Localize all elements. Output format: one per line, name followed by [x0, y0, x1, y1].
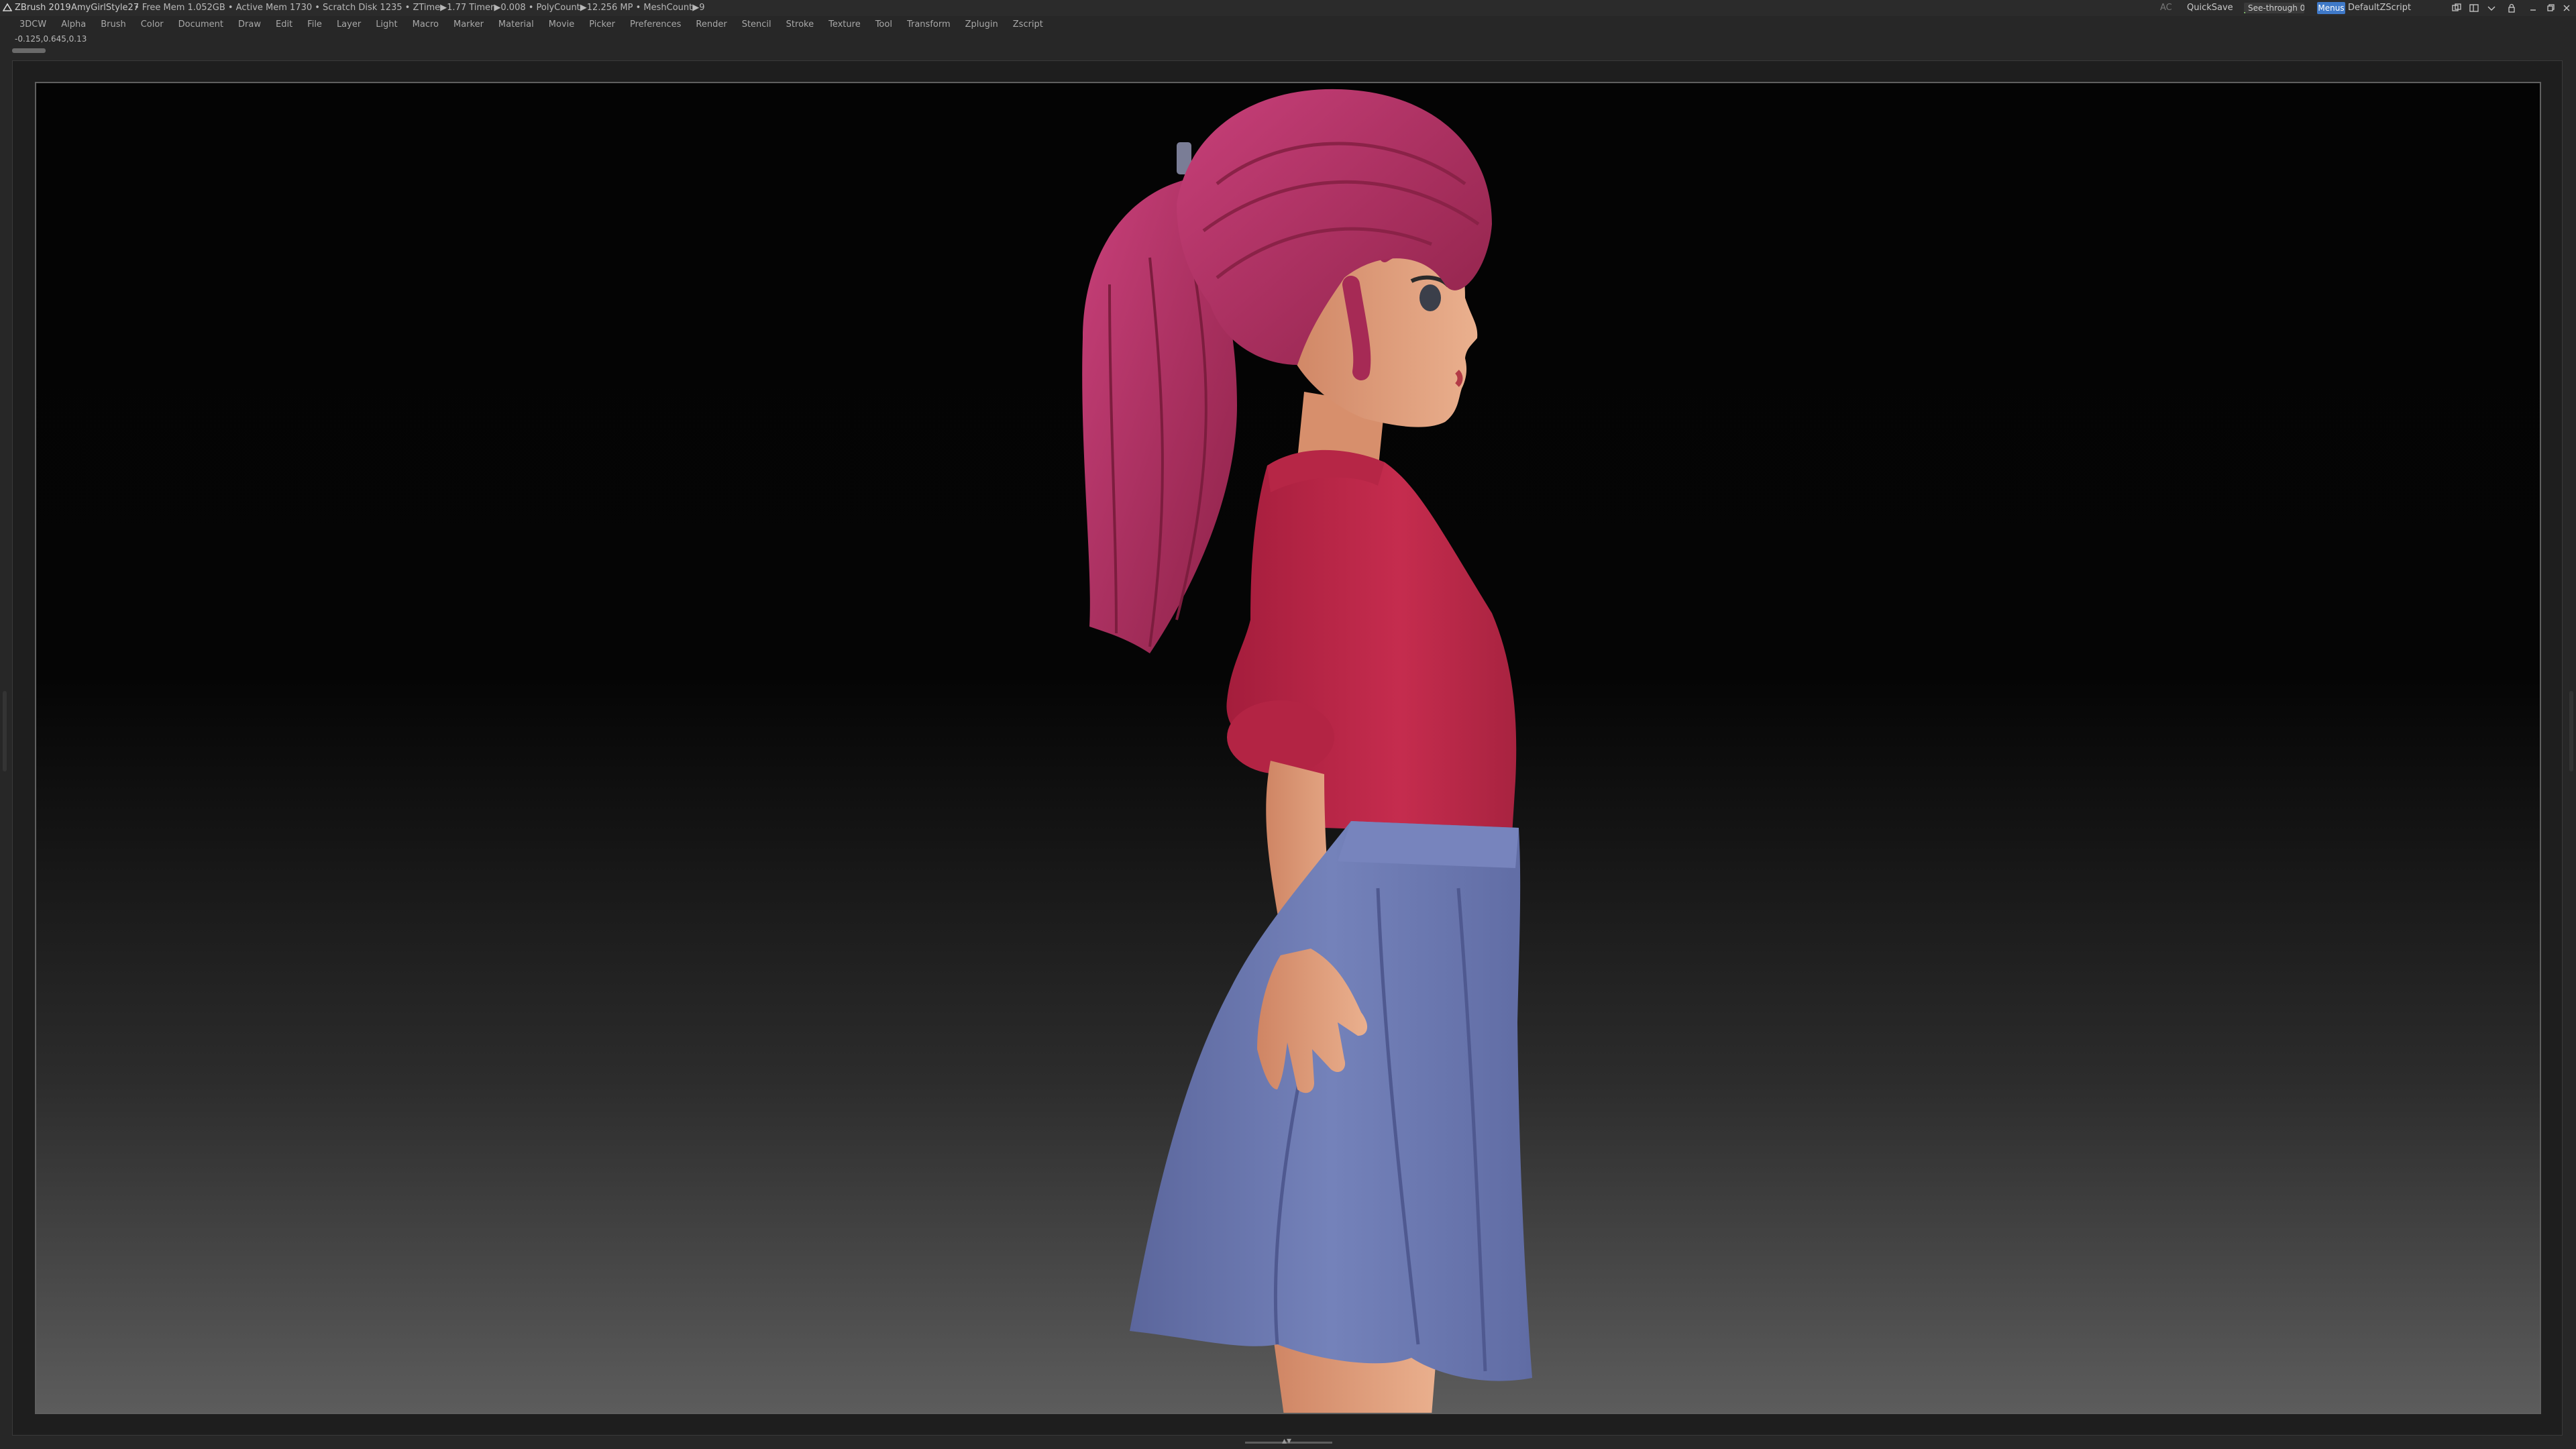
lock-icon[interactable] — [2506, 3, 2517, 13]
right-tray-handle[interactable] — [2569, 691, 2573, 771]
menu-brush[interactable]: Brush — [93, 17, 133, 32]
zbrush-window: ZBrush 2019 AmyGirlStyle27 • Free Mem 1.… — [0, 0, 2576, 1449]
menu-macro[interactable]: Macro — [405, 17, 446, 32]
menu-zplugin[interactable]: Zplugin — [958, 17, 1006, 32]
default-zscript-button[interactable]: DefaultZScript — [2348, 0, 2411, 16]
left-tray-handle[interactable] — [3, 691, 7, 771]
sub-toolbar: -0.125,0.645,0.13 — [0, 34, 2576, 56]
menu-file[interactable]: File — [300, 17, 329, 32]
see-through-track[interactable]: See-through 0 — [2244, 3, 2304, 13]
menu-3dcw[interactable]: 3DCW — [12, 17, 54, 32]
see-through-label: See-through 0 — [2248, 3, 2304, 13]
menu-tool[interactable]: Tool — [868, 17, 900, 32]
expand-arrows-icon: ▴▾ — [1282, 1436, 1292, 1446]
menu-layer[interactable]: Layer — [329, 17, 368, 32]
menu-render[interactable]: Render — [688, 17, 734, 32]
menu-marker[interactable]: Marker — [446, 17, 491, 32]
menu-edit[interactable]: Edit — [268, 17, 300, 32]
tile-icon[interactable] — [2451, 3, 2462, 13]
menu-stencil[interactable]: Stencil — [735, 17, 779, 32]
sculpt-model-girl[interactable] — [36, 83, 2541, 1414]
menu-preferences[interactable]: Preferences — [623, 17, 688, 32]
see-through-slider[interactable]: See-through 0 — [2244, 0, 2308, 16]
menu-zscript[interactable]: Zscript — [1006, 17, 1051, 32]
minimize-icon[interactable] — [2528, 3, 2538, 13]
close-icon[interactable] — [2561, 3, 2572, 13]
menus-toggle-button[interactable]: Menus — [2317, 2, 2345, 14]
menu-movie[interactable]: Movie — [541, 17, 582, 32]
quicksave-button[interactable]: QuickSave — [2187, 0, 2233, 16]
document-viewport[interactable] — [35, 82, 2541, 1414]
memory-stats: • Free Mem 1.052GB • Active Mem 1730 • S… — [134, 3, 705, 13]
bottom-tray-handle[interactable]: ▴▾ — [1245, 1436, 1332, 1446]
ac-button[interactable]: AC — [2160, 0, 2172, 16]
menu-transform[interactable]: Transform — [900, 17, 958, 32]
app-name: ZBrush 2019 — [15, 3, 71, 13]
cursor-coordinates: -0.125,0.645,0.13 — [15, 34, 87, 44]
restore-icon[interactable] — [2545, 3, 2556, 13]
main-menu-bar: 3DCW Alpha Brush Color Document Draw Edit File L… — [0, 17, 2576, 32]
menu-arrow-icon[interactable] — [2486, 3, 2497, 13]
zbrush-logo-icon[interactable] — [3, 3, 12, 12]
menu-draw[interactable]: Draw — [231, 17, 268, 32]
menu-picker[interactable]: Picker — [582, 17, 623, 32]
menu-color[interactable]: Color — [133, 17, 171, 32]
menu-material[interactable]: Material — [491, 17, 541, 32]
shelf-scroll-handle[interactable] — [12, 48, 46, 53]
document-name: AmyGirlStyle27 — [71, 3, 140, 13]
menu-items: 3DCW Alpha Brush Color Document Draw Edit File L… — [12, 17, 1051, 32]
title-bar: ZBrush 2019 AmyGirlStyle27 • Free Mem 1.… — [0, 0, 2576, 16]
menu-document[interactable]: Document — [171, 17, 231, 32]
menu-texture[interactable]: Texture — [821, 17, 868, 32]
layout-icon[interactable] — [2469, 3, 2479, 13]
see-through-fill — [2244, 12, 2245, 13]
menu-light[interactable]: Light — [368, 17, 405, 32]
menu-stroke[interactable]: Stroke — [779, 17, 821, 32]
menu-alpha[interactable]: Alpha — [54, 17, 93, 32]
